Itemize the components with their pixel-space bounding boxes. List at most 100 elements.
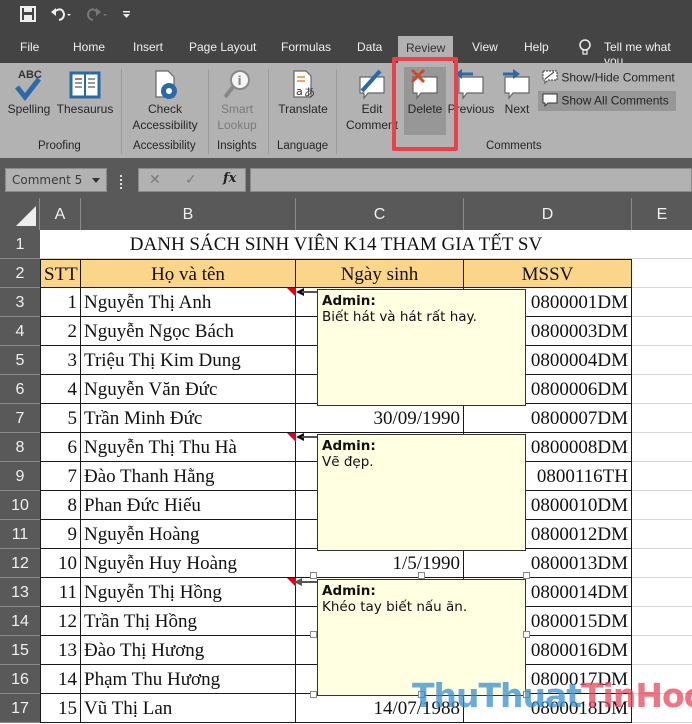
resize-handle[interactable] [310,572,317,579]
header-dob[interactable]: Ngày sinh [296,259,464,288]
save-icon[interactable] [20,6,36,26]
empty-cell[interactable] [632,259,692,288]
row-header[interactable]: 2 [0,259,40,288]
row-header[interactable]: 12 [0,549,40,578]
sheet-title[interactable]: DANH SÁCH SINH VIÊN K14 THAM GIA TẾT SV [40,230,632,259]
cell-name[interactable]: Triệu Thị Kim Dung [81,346,296,375]
cell-name[interactable]: Vũ Thị Lan [81,694,296,723]
tab-insert[interactable]: Insert [133,40,163,54]
tab-file[interactable]: File [20,40,39,54]
cell-name[interactable]: Nguyễn Huy Hoàng [81,549,296,578]
row-header[interactable]: 15 [0,636,40,665]
tab-help[interactable]: Help [524,40,549,54]
column-header-c[interactable]: C [296,198,464,230]
cell-stt[interactable]: 2 [40,317,81,346]
empty-cell[interactable] [632,230,692,259]
cell-dob[interactable]: 1/5/1990 [296,549,464,578]
next-comment-button[interactable]: Next [497,67,537,117]
cell-mssv[interactable]: 0800007DM [464,404,632,433]
row-header[interactable]: 3 [0,288,40,317]
cell-stt[interactable]: 4 [40,375,81,404]
row-header[interactable]: 11 [0,520,40,549]
thesaurus-button[interactable]: Thesaurus [56,67,114,117]
empty-cell[interactable] [632,346,692,375]
comment-box[interactable]: Admin: Biết hát và hát rất hay. [317,289,526,406]
cell-name[interactable]: Đào Thị Hương [81,636,296,665]
empty-cell[interactable] [632,636,692,665]
customize-icon[interactable] [122,6,132,26]
show-all-comments-button[interactable]: Show All Comments [538,91,676,111]
empty-cell[interactable] [632,288,692,317]
empty-cell[interactable] [632,375,692,404]
row-header[interactable]: 10 [0,491,40,520]
insert-function-icon[interactable]: fx [223,171,236,186]
resize-handle[interactable] [418,572,425,579]
undo-icon[interactable] [50,6,72,26]
empty-cell[interactable] [632,607,692,636]
column-header-e[interactable]: E [632,198,692,230]
row-header[interactable]: 14 [0,607,40,636]
resize-handle[interactable] [523,631,530,638]
cell-stt[interactable]: 3 [40,346,81,375]
cell-dob[interactable]: 30/09/1990 [296,404,464,433]
row-header[interactable]: 13 [0,578,40,607]
spelling-button[interactable]: ABC Spelling [6,67,52,117]
resize-handle[interactable] [310,631,317,638]
cell-stt[interactable]: 11 [40,578,81,607]
cell-name[interactable]: Nguyễn Hoàng [81,520,296,549]
cell-name[interactable]: Trần Thị Hồng [81,607,296,636]
cell-name[interactable]: Nguyễn Thị Hồng [81,578,296,607]
cell-stt[interactable]: 7 [40,462,81,491]
cell-name[interactable]: Nguyễn Văn Đức [81,375,296,404]
row-header[interactable]: 5 [0,346,40,375]
cell-stt[interactable]: 8 [40,491,81,520]
column-header-a[interactable]: A [40,198,81,230]
empty-cell[interactable] [632,491,692,520]
cell-stt[interactable]: 10 [40,549,81,578]
cell-stt[interactable]: 1 [40,288,81,317]
formula-input[interactable] [250,168,692,192]
select-all-corner[interactable] [0,198,40,230]
cell-name[interactable]: Đào Thanh Hằng [81,462,296,491]
column-header-d[interactable]: D [464,198,632,230]
cell-stt[interactable]: 9 [40,520,81,549]
cell-mssv[interactable]: 0800013DM [464,549,632,578]
row-header[interactable]: 16 [0,665,40,694]
row-header[interactable]: 7 [0,404,40,433]
cell-name[interactable]: Nguyễn Ngọc Bách [81,317,296,346]
row-header[interactable]: 6 [0,375,40,404]
empty-cell[interactable] [632,520,692,549]
comment-box[interactable]: Admin: Vẽ đẹp. [317,434,526,551]
tab-formulas[interactable]: Formulas [281,40,331,54]
tab-view[interactable]: View [472,40,498,54]
name-box[interactable]: Comment 5 [5,168,107,192]
row-header[interactable]: 8 [0,433,40,462]
empty-cell[interactable] [632,317,692,346]
cell-stt[interactable]: 13 [40,636,81,665]
tab-page-layout[interactable]: Page Layout [189,40,256,54]
empty-cell[interactable] [632,549,692,578]
cell-name[interactable]: Nguyễn Thị Anh [81,288,296,317]
tab-home[interactable]: Home [73,40,105,54]
cancel-icon[interactable]: ✕ [149,172,161,188]
row-header[interactable]: 9 [0,462,40,491]
row-header[interactable]: 17 [0,694,40,723]
cell-name[interactable]: Trần Minh Đức [81,404,296,433]
show-hide-comment-button[interactable]: Show/Hide Comment [538,68,679,88]
header-mssv[interactable]: MSSV [464,259,632,288]
empty-cell[interactable] [632,404,692,433]
cell-stt[interactable]: 15 [40,694,81,723]
empty-cell[interactable] [632,433,692,462]
enter-icon[interactable]: ✓ [185,172,197,188]
cell-name[interactable]: Phan Đức Hiếu [81,491,296,520]
drag-handle-icon[interactable] [120,175,122,189]
empty-cell[interactable] [632,578,692,607]
cell-stt[interactable]: 14 [40,665,81,694]
header-stt[interactable]: STT [40,259,81,288]
cell-name[interactable]: Phạm Thu Hương [81,665,296,694]
translate-button[interactable]: aあ Translate [275,67,331,117]
check-accessibility-button[interactable]: Check Accessibility [128,67,202,133]
header-name[interactable]: Họ và tên [81,259,296,288]
cell-stt[interactable]: 5 [40,404,81,433]
row-header[interactable]: 4 [0,317,40,346]
